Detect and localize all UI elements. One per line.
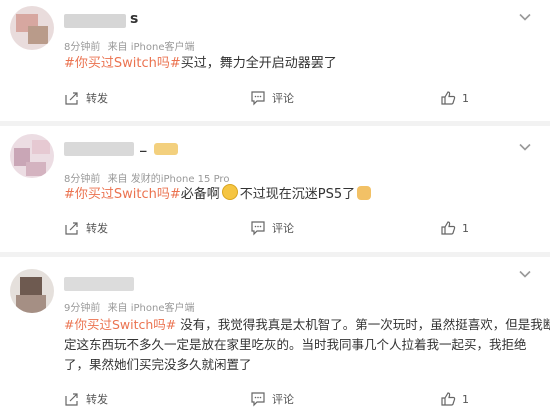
comment-icon [250,90,266,106]
comment-button[interactable]: 评论 [250,387,294,411]
post-text: 没有，我觉得我真是太机智了。第一次玩时，虽然挺喜欢，但是我断 [176,317,550,332]
like-icon [440,90,456,106]
like-count: 1 [462,221,469,235]
post-content: #你买过Switch吗#必备啊 不过现在沉迷PS5了 [64,184,534,205]
username[interactable]: s [130,11,138,27]
avatar[interactable] [10,134,54,178]
hashtag-link[interactable]: #你买过Switch吗# [64,317,176,332]
comment-icon [250,220,266,236]
hashtag-link[interactable]: #你买过Switch吗# [64,187,181,202]
post-line: #你买过Switch吗# 没有，我觉得我真是太机智了。第一次玩时，虽然挺喜欢，但… [64,315,550,335]
username-blurred[interactable] [64,277,134,291]
share-label: 转发 [86,222,108,235]
username-blurred[interactable] [64,142,134,156]
smile-emoji-icon [221,184,238,200]
chevron-down-icon[interactable] [518,267,532,281]
share-icon [64,90,80,106]
like-button[interactable]: 1 [440,86,469,110]
like-count: 1 [462,91,469,105]
post-source: 来自 iPhone客户端 [107,303,195,314]
like-icon [440,220,456,236]
post-text: 买过，舞力全开启动器罢了 [180,56,337,71]
chevron-down-icon[interactable] [518,140,532,154]
post-card: s 8分钟前 来自 iPhone客户端 #你买过Switch吗#买过，舞力全开启… [0,0,550,121]
like-count: 1 [462,392,469,406]
vip-badge [154,143,178,155]
username[interactable]: _ [140,138,147,153]
avatar[interactable] [10,6,54,50]
post-content: #你买过Switch吗#买过，舞力全开启动器罢了 [64,54,534,74]
cat-emoji-icon [357,186,372,200]
comment-label: 评论 [272,222,294,235]
comment-label: 评论 [272,92,294,105]
post-time: 8分钟前 [64,42,101,53]
comment-button[interactable]: 评论 [250,216,294,240]
username-blurred[interactable] [64,14,126,28]
comment-label: 评论 [272,393,294,406]
post-source: 来自 iPhone客户端 [107,42,195,53]
post-card: _ 8分钟前 来自 发财的iPhone 15 Pro #你买过Switch吗#必… [0,126,550,252]
share-button[interactable]: 转发 [64,387,108,411]
action-bar: 转发 评论 1 [64,86,550,110]
avatar[interactable] [10,269,54,313]
share-button[interactable]: 转发 [64,216,108,240]
share-label: 转发 [86,393,108,406]
hashtag-link[interactable]: #你买过Switch吗# [64,56,181,71]
like-button[interactable]: 1 [440,216,469,240]
post-line: 了，果然她们买完没多久就闲置了 [64,357,252,372]
like-icon [440,391,456,407]
post-text-2: 不过现在沉迷PS5了 [239,187,356,202]
post-card: 9分钟前 来自 iPhone客户端 #你买过Switch吗# 没有，我觉得我真是… [0,257,550,413]
share-icon [64,220,80,236]
action-bar: 转发 评论 1 [64,387,550,411]
comment-icon [250,391,266,407]
action-bar: 转发 评论 1 [64,216,550,240]
share-label: 转发 [86,92,108,105]
post-meta: 8分钟前 来自 iPhone客户端 [64,38,199,53]
like-button[interactable]: 1 [440,387,469,411]
post-content: #你买过Switch吗# 没有，我觉得我真是太机智了。第一次玩时，虽然挺喜欢，但… [64,315,550,375]
post-meta: 8分钟前 来自 发财的iPhone 15 Pro [64,170,233,185]
share-button[interactable]: 转发 [64,86,108,110]
chevron-down-icon[interactable] [518,10,532,24]
comment-button[interactable]: 评论 [250,86,294,110]
post-line: 定这东西玩不多久一定是放在家里吃灰的。当时我同事几个人拉着我一起买，我拒绝 [64,337,527,352]
post-text: 必备啊 [180,187,220,202]
post-meta: 9分钟前 来自 iPhone客户端 [64,299,199,314]
post-time: 9分钟前 [64,303,101,314]
share-icon [64,391,80,407]
